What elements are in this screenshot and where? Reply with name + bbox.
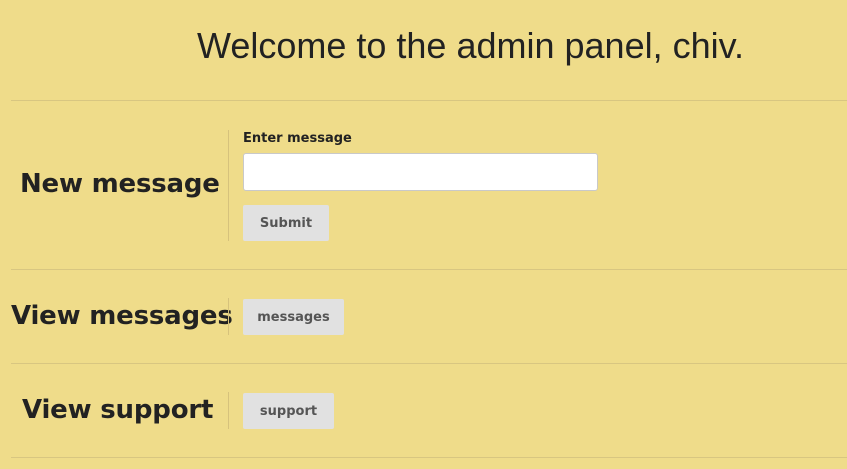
section-vertical-divider (228, 130, 229, 241)
messages-button[interactable]: messages (243, 299, 344, 335)
new-message-heading: New message (20, 169, 220, 199)
support-button[interactable]: support (243, 393, 334, 429)
section-divider (11, 100, 847, 101)
section-vertical-divider (228, 298, 229, 335)
section-divider (11, 457, 847, 458)
submit-button[interactable]: Submit (243, 205, 329, 241)
section-divider (11, 363, 847, 364)
view-support-heading: View support (22, 395, 214, 425)
section-vertical-divider (228, 392, 229, 429)
view-messages-heading: View messages (11, 301, 233, 331)
message-field-label: Enter message (243, 131, 352, 146)
page-title: Welcome to the admin panel, chiv. (197, 25, 744, 66)
message-input[interactable] (243, 153, 598, 191)
section-divider (11, 269, 847, 270)
